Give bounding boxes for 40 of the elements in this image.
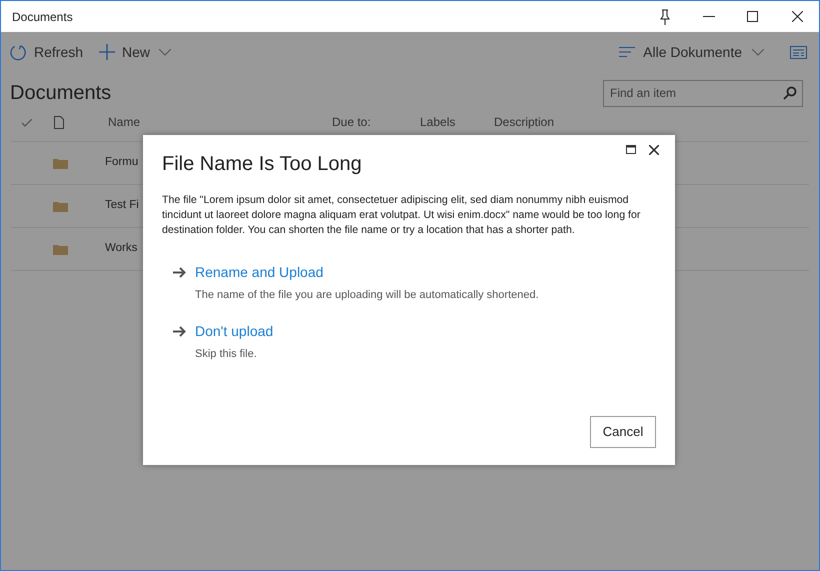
option-description: Skip this file. <box>195 346 258 362</box>
column-header[interactable]: Due to: <box>332 116 420 129</box>
file-name[interactable]: Works <box>105 240 138 258</box>
dialog-message: The file "Lorem ipsum dolor sit amet, consectetuer adipiscing elit, sed diam nonummy nibh euismod tincidunt ut laoreet dolore magna aliquam erat volutpat. Ut wisi enim.docx" name would be too long for destination folder. You can shorten the file name or try a location that has a shorter path. <box>162 193 642 238</box>
arrow-right-icon <box>173 326 186 336</box>
maximize-icon[interactable] <box>747 11 758 22</box>
column-header[interactable]: Description <box>494 116 594 129</box>
page-title: Documents <box>10 81 112 106</box>
pin-icon[interactable] <box>659 8 671 24</box>
refresh-icon <box>10 44 27 60</box>
window-title: Documents <box>12 8 74 26</box>
option-link[interactable]: Rename and Upload <box>195 262 324 283</box>
folder-icon <box>53 158 68 168</box>
search-field[interactable]: Find an item <box>603 80 803 106</box>
option-description: The name of the file you are uploading will be automatically shortened. <box>195 288 540 303</box>
close-icon[interactable] <box>649 145 659 155</box>
chevron-down-icon <box>752 48 764 56</box>
refresh-button[interactable]: Refresh <box>10 42 84 62</box>
close-icon[interactable] <box>792 11 803 22</box>
maximize-icon[interactable] <box>626 145 636 154</box>
document-icon[interactable] <box>54 116 64 129</box>
option-link[interactable]: Don't upload <box>195 320 274 342</box>
column-header[interactable]: Name <box>108 116 332 129</box>
search-icon <box>783 86 797 100</box>
column-header[interactable]: Labels <box>420 116 494 129</box>
checkmark-icon[interactable] <box>22 119 32 127</box>
dialog-title: File Name Is Too Long <box>162 152 362 177</box>
panel-icon[interactable] <box>790 46 807 58</box>
file-name[interactable]: Test Fi <box>105 197 139 215</box>
chevron-down-icon <box>159 48 172 56</box>
new-button[interactable]: New <box>99 42 172 62</box>
arrow-right-icon <box>173 267 186 278</box>
view-selector[interactable]: Alle Dokumente <box>619 42 764 62</box>
folder-icon <box>53 200 68 212</box>
minimize-icon[interactable] <box>703 16 715 18</box>
plus-icon <box>99 44 116 60</box>
lines-icon <box>619 47 636 57</box>
file-name[interactable]: Formu <box>105 154 138 172</box>
cancel-button[interactable]: Cancel <box>590 416 656 448</box>
folder-icon <box>53 244 68 254</box>
